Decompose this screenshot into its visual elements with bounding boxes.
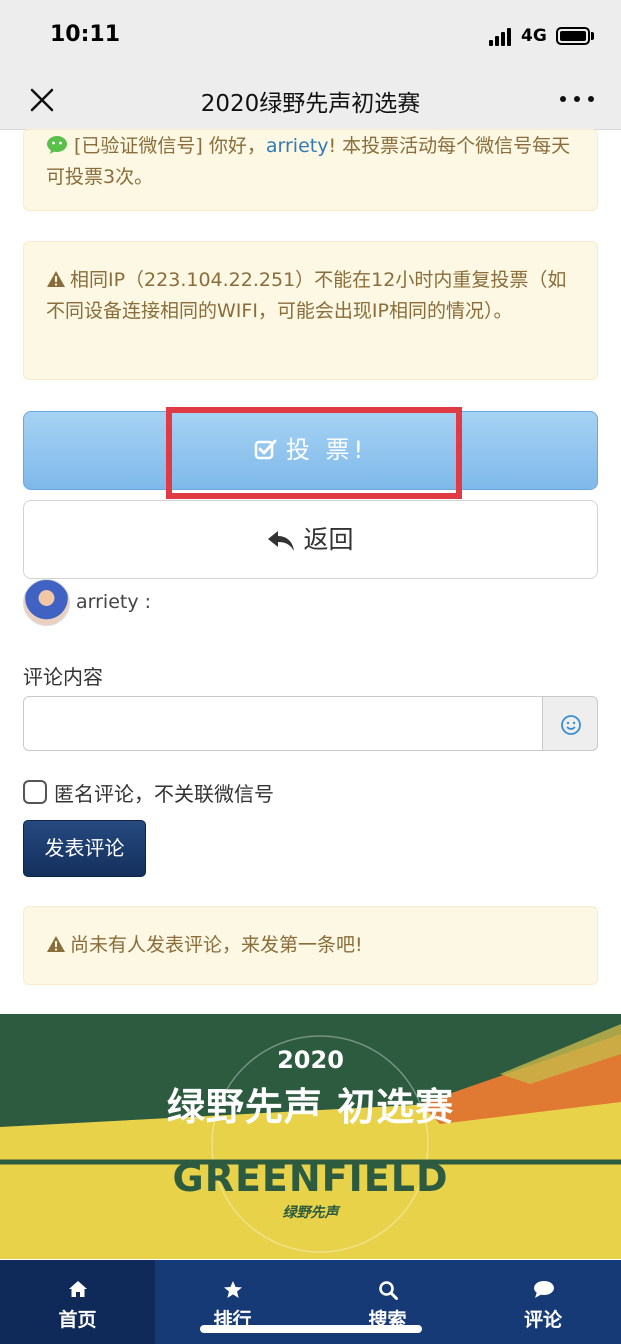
battery-tip xyxy=(591,32,594,40)
comment-input[interactable] xyxy=(23,696,543,751)
star-icon xyxy=(224,1281,242,1298)
smiley-icon xyxy=(561,715,581,735)
avatar xyxy=(23,579,70,626)
user-name: arriety : xyxy=(76,591,152,613)
ip-warning-text: 相同IP（223.104.22.251）不能在12小时内重复投票（如不同设备连接… xyxy=(46,269,567,322)
network-label: 4G xyxy=(521,26,547,46)
verified-prefix: [已验证微信号] 你好， xyxy=(74,135,266,157)
emoji-button[interactable] xyxy=(542,696,598,751)
more-menu-button[interactable] xyxy=(560,96,596,106)
tab-home-label: 首页 xyxy=(58,1309,97,1331)
wechat-icon xyxy=(47,136,67,154)
ip-warning-alert: 相同IP（223.104.22.251）不能在12小时内重复投票（如不同设备连接… xyxy=(23,241,598,380)
back-button[interactable]: 返回 xyxy=(23,500,598,579)
no-comment-alert: 尚未有人发表评论，来发第一条吧! xyxy=(23,906,598,985)
vote-highlight-box xyxy=(166,407,462,499)
event-banner[interactable]: 2020 绿野先声 初选赛 GREENFIELD 绿野先声 xyxy=(0,1014,621,1259)
back-button-label: 返回 xyxy=(303,525,354,554)
verified-user-link[interactable]: arriety xyxy=(266,135,329,157)
warning-icon xyxy=(47,936,65,952)
page-title: 2020绿野先声初选赛 xyxy=(200,91,421,117)
verified-alert: [已验证微信号] 你好，arriety! 本投票活动每个微信号每天可投票3次。 xyxy=(23,129,598,211)
status-time: 10:11 xyxy=(50,22,121,47)
banner-brand: GREENFIELD xyxy=(172,1156,449,1200)
tab-home[interactable]: 首页 xyxy=(0,1260,155,1344)
comment-icon xyxy=(534,1281,554,1298)
nav-bar: 2020绿野先声初选赛 xyxy=(0,70,621,130)
banner-year: 2020 xyxy=(277,1046,344,1074)
tab-comments-label: 评论 xyxy=(523,1309,562,1331)
reply-arrow-icon xyxy=(268,531,295,551)
home-icon xyxy=(69,1281,87,1297)
signal-icon xyxy=(489,28,515,46)
no-comment-text: 尚未有人发表评论，来发第一条吧! xyxy=(70,934,363,956)
post-comment-button[interactable]: 发表评论 xyxy=(23,820,146,877)
anonymous-checkbox[interactable] xyxy=(23,780,47,804)
anonymous-label: 匿名评论，不关联微信号 xyxy=(54,782,274,806)
tab-comments[interactable]: 评论 xyxy=(465,1260,621,1344)
status-bar: 10:11 4G xyxy=(0,0,621,70)
banner-stamp: 绿野先声 xyxy=(282,1205,339,1221)
banner-title: 绿野先声 初选赛 xyxy=(166,1085,455,1129)
home-indicator[interactable] xyxy=(200,1325,422,1333)
comment-label: 评论内容 xyxy=(23,665,103,689)
warning-icon xyxy=(47,271,65,287)
search-icon xyxy=(379,1281,398,1300)
battery-icon xyxy=(556,27,590,45)
